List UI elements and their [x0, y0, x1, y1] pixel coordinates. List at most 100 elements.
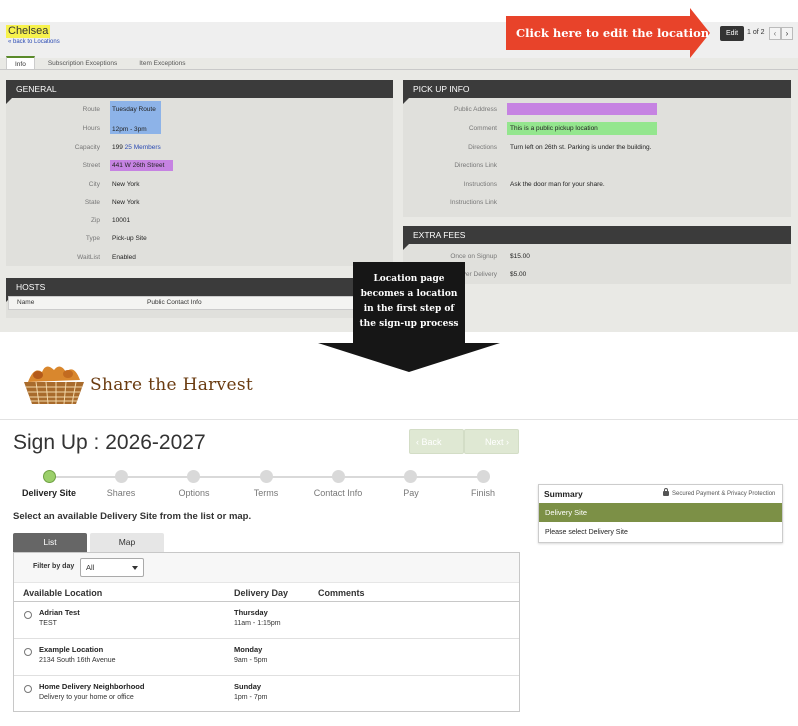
tab-item-exceptions[interactable]: Item Exceptions [130, 56, 194, 70]
list-item[interactable]: Adrian Test TEST Thursday 11am - 1:15pm [14, 602, 519, 639]
back-button[interactable]: ‹ Back [409, 429, 464, 454]
tab-info[interactable]: Info [6, 56, 35, 70]
capacity-value: 199 25 Members [112, 143, 161, 152]
next-label: Next [485, 437, 504, 447]
street-label: Street [82, 162, 100, 169]
general-panel: GENERAL Route Tuesday Route Hours 12pm -… [6, 80, 393, 266]
hours-value: 12pm - 3pm [112, 126, 147, 133]
waitlist-label: WaitList [77, 254, 100, 261]
secure-notice: Secured Payment & Privacy Protection [663, 488, 776, 497]
hosts-col-contact: Public Contact Info [147, 299, 202, 306]
edit-callout: Click here to edit the location [506, 8, 710, 58]
location-list: Filter by day All Available Location Del… [13, 552, 520, 712]
instructions-link-label: Instructions Link [450, 199, 497, 206]
tab-list[interactable]: List [13, 533, 87, 552]
type-label: Type [85, 235, 100, 242]
location-name: Example Location [39, 645, 104, 654]
col-comments: Comments [318, 588, 365, 598]
basket-logo-icon [20, 360, 88, 413]
signup-fee-value: $15.00 [510, 253, 530, 260]
tab-subscription-exceptions[interactable]: Subscription Exceptions [39, 56, 126, 70]
radio-button[interactable] [24, 648, 32, 656]
directions-link-label: Directions Link [454, 162, 497, 169]
view-tabs: List Map [13, 533, 167, 552]
hours-label: Hours [82, 125, 100, 132]
step-dot-terms [260, 470, 273, 483]
instructions-value: Ask the door man for your share. [510, 181, 605, 188]
pager-prev-button[interactable]: ‹ [769, 27, 781, 40]
general-panel-title: GENERAL [6, 80, 393, 104]
step-label-delivery-site: Delivery Site [21, 488, 77, 498]
back-label: Back [421, 437, 442, 447]
city-value: New York [112, 181, 140, 188]
delivery-time: 11am - 1:15pm [234, 620, 281, 627]
pickup-panel-title: PICK UP INFO [403, 80, 791, 104]
public-address-label: Public Address [454, 106, 497, 113]
hosts-col-name: Name [17, 299, 35, 306]
filter-day-select[interactable]: All [80, 558, 144, 577]
pager-next-button[interactable]: › [781, 27, 793, 40]
next-button[interactable]: Next › [464, 429, 519, 454]
filter-selected-value: All [86, 563, 95, 572]
secure-text: Secured Payment & Privacy Protection [672, 491, 776, 497]
list-item[interactable]: Example Location 2134 South 16th Avenue … [14, 639, 519, 676]
step-dot-contact-info [332, 470, 345, 483]
location-title: Chelsea [6, 25, 51, 38]
summary-active-item: Delivery Site [539, 503, 782, 522]
tab-map[interactable]: Map [90, 533, 164, 552]
signup-fee-label: Once on Signup [450, 253, 497, 260]
col-delivery-day: Delivery Day [234, 588, 289, 598]
delivery-day: Monday [234, 645, 263, 654]
city-label: City [88, 181, 100, 188]
radio-button[interactable] [24, 611, 32, 619]
tab-divider [0, 69, 798, 70]
public-address-value [507, 103, 657, 115]
step-label-contact-info: Contact Info [313, 488, 363, 498]
down-arrow-annotation: Location page becomes a location in the … [318, 262, 500, 372]
directions-label: Directions [468, 144, 497, 151]
members-link[interactable]: 25 Members [125, 144, 161, 151]
chevron-down-icon [132, 566, 138, 570]
instructions-label: Instructions [463, 181, 497, 188]
callout-text: Click here to edit the location [516, 26, 710, 40]
pager-count: 1 of 2 [747, 29, 765, 36]
type-value: Pick-up Site [112, 235, 147, 242]
step-dot-pay [404, 470, 417, 483]
location-name: Home Delivery Neighborhood [39, 682, 145, 691]
route-label: Route [82, 106, 100, 113]
instruction-text: Select an available Delivery Site from t… [13, 511, 252, 522]
lock-icon [663, 488, 669, 496]
step-label-pay: Pay [403, 488, 419, 498]
step-label-shares: Shares [106, 488, 136, 498]
step-dot-shares [115, 470, 128, 483]
summary-box: Summary Secured Payment & Privacy Protec… [538, 484, 783, 543]
location-detail: 2134 South 16th Avenue [39, 657, 116, 664]
step-label-finish: Finish [470, 488, 496, 498]
state-value: New York [112, 199, 140, 206]
radio-button[interactable] [24, 685, 32, 693]
filter-bar: Filter by day All [14, 553, 519, 583]
comment-label: Comment [468, 125, 497, 132]
step-dot-options [187, 470, 200, 483]
step-dot-finish [477, 470, 490, 483]
admin-tabs: Info Subscription Exceptions Item Except… [6, 56, 198, 70]
brand-name: Share the Harvest [90, 375, 253, 395]
location-detail: Delivery to your home or office [39, 694, 134, 701]
step-label-terms: Terms [253, 488, 279, 498]
delivery-time: 9am - 5pm [234, 657, 268, 664]
summary-message: Please select Delivery Site [545, 529, 628, 536]
capacity-label: Capacity [74, 144, 100, 151]
delivery-day: Thursday [234, 608, 268, 617]
page-title: Sign Up : 2026-2027 [13, 431, 206, 454]
comment-value: This is a public pickup location [507, 122, 657, 135]
route-value: Tuesday Route [112, 106, 156, 113]
edit-button[interactable]: Edit [720, 26, 744, 41]
chevron-right-icon: › [503, 437, 510, 447]
arrow-note: Location page becomes a location in the … [359, 274, 459, 329]
list-item[interactable]: Home Delivery Neighborhood Delivery to y… [14, 676, 519, 713]
street-value: 441 W 26th Street [110, 160, 173, 171]
zip-value: 10001 [112, 217, 131, 224]
pickup-panel: PICK UP INFO Public Address Comment This… [403, 80, 791, 217]
back-to-locations-link[interactable]: « back to Locations [8, 39, 60, 45]
state-label: State [84, 199, 100, 206]
